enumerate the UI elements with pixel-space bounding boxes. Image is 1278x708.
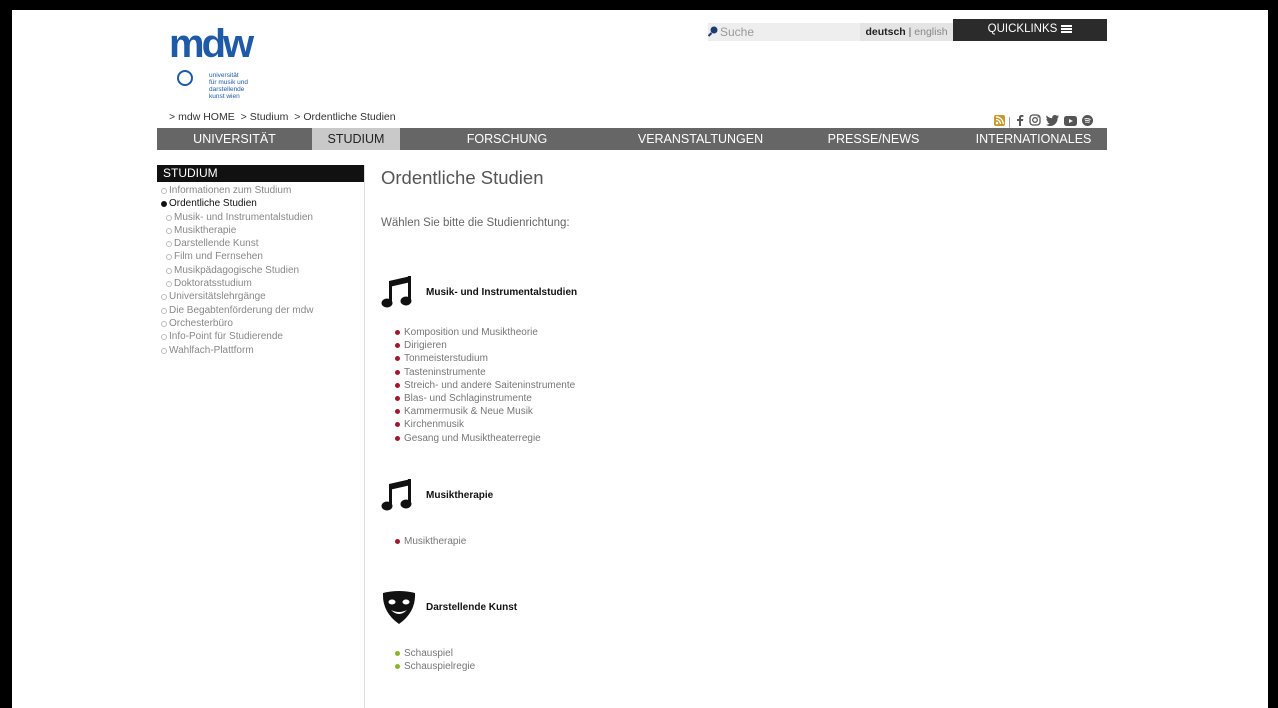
study-link-blas-schlag[interactable]: Blas- und Schlaginstrumente	[395, 392, 575, 405]
logo-tagline-line: darstellende	[209, 86, 245, 93]
sidebar-heading[interactable]: STUDIUM	[157, 165, 364, 182]
quicklinks-button[interactable]: QUICKLINKS	[953, 19, 1107, 41]
logo-tagline-line: kunst wien	[209, 93, 240, 100]
music-note-icon	[381, 479, 412, 511]
sidebar-item-darstellende-kunst[interactable]: Darstellende Kunst	[157, 237, 364, 250]
study-link-dirigieren[interactable]: Dirigieren	[395, 339, 575, 352]
breadcrumb-separator: >	[294, 111, 301, 123]
lang-separator: |	[908, 26, 912, 38]
search-box	[708, 23, 860, 41]
nav-studium[interactable]: STUDIUM	[312, 128, 400, 150]
logo-tagline-line: für musik und	[209, 79, 249, 86]
section-link-list: Schauspiel Schauspielregie	[395, 647, 475, 673]
breadcrumb: > mdw HOME > Studium > Ordentliche Studien	[169, 111, 399, 123]
study-link-schauspiel[interactable]: Schauspiel	[395, 647, 475, 660]
study-link-tonmeister[interactable]: Tonmeisterstudium	[395, 352, 575, 365]
social-icons: |	[992, 114, 1094, 128]
breadcrumb-current: Ordentliche Studien	[303, 111, 396, 123]
rss-icon[interactable]	[994, 115, 1005, 126]
spotify-icon[interactable]	[1082, 115, 1094, 126]
study-link-saiteninstrumente[interactable]: Streich- und andere Saiteninstrumente	[395, 379, 575, 392]
sidebar-item-doktoratsstudium[interactable]: Doktoratsstudium	[157, 277, 364, 290]
music-note-icon	[381, 276, 412, 308]
nav-presse-news[interactable]: PRESSE/NEWS	[787, 128, 960, 150]
language-switch: deutsch | english	[860, 23, 953, 41]
logo-circle-icon	[177, 70, 193, 86]
breadcrumb-separator: >	[169, 111, 176, 123]
sidebar-item-info-point[interactable]: Info-Point für Studierende	[157, 330, 364, 343]
sidebar-list: Informationen zum Studium Ordentliche St…	[157, 184, 364, 357]
nav-internationales[interactable]: INTERNATIONALES	[960, 128, 1107, 150]
study-link-komposition[interactable]: Komposition und Musiktheorie	[395, 326, 575, 339]
study-link-gesang[interactable]: Gesang und Musiktheaterregie	[395, 432, 575, 445]
section-title: Musiktherapie	[426, 490, 494, 501]
mdw-logo[interactable]: mdw universität für musik und darstellen…	[167, 22, 254, 114]
breadcrumb-studium[interactable]: Studium	[250, 111, 289, 123]
nav-veranstaltungen[interactable]: VERANSTALTUNGEN	[614, 128, 787, 150]
breadcrumb-separator: >	[240, 111, 247, 123]
nav-universitaet[interactable]: UNIVERSITÄT	[157, 128, 312, 150]
sidebar-item-musik-instrumentalstudien[interactable]: Musik- und Instrumentalstudien	[157, 211, 364, 224]
logo-tagline-line: universität	[209, 72, 239, 79]
sidebar-item-musikpaedagogik[interactable]: Musikpädagogische Studien	[157, 264, 364, 277]
study-link-schauspielregie[interactable]: Schauspielregie	[395, 660, 475, 673]
logo-wordmark: mdw	[169, 22, 254, 66]
logo-tagline: universität für musik und darstellende k…	[209, 72, 269, 100]
theater-mask-icon	[382, 591, 416, 624]
page: mdw universität für musik und darstellen…	[12, 10, 1268, 708]
menu-icon	[1061, 24, 1073, 33]
study-link-kirchenmusik[interactable]: Kirchenmusik	[395, 418, 575, 431]
study-link-kammermusik[interactable]: Kammermusik & Neue Musik	[395, 405, 575, 418]
sidebar-item-orchesterbuero[interactable]: Orchesterbüro	[157, 317, 364, 330]
search-icon[interactable]	[708, 25, 718, 37]
lang-english[interactable]: english	[914, 26, 947, 38]
sidebar-item-begabtenfoerderung[interactable]: Die Begabtenförderung der mdw	[157, 304, 364, 317]
quicklinks-label: QUICKLINKS	[987, 23, 1058, 35]
sidebar-item-musiktherapie[interactable]: Musiktherapie	[157, 224, 364, 237]
facebook-icon[interactable]	[1016, 114, 1024, 126]
section-title: Musik- und Instrumentalstudien	[426, 287, 578, 298]
sidebar-item-wahlfach-plattform[interactable]: Wahlfach-Plattform	[157, 344, 364, 357]
study-link-musiktherapie[interactable]: Musiktherapie	[395, 535, 466, 548]
lang-deutsch[interactable]: deutsch	[865, 26, 905, 38]
study-link-tasteninstrumente[interactable]: Tasteninstrumente	[395, 366, 575, 379]
youtube-icon[interactable]	[1064, 116, 1078, 126]
sidebar-item-ordentliche-studien[interactable]: Ordentliche Studien	[157, 197, 364, 210]
search-input[interactable]	[718, 23, 860, 41]
main-nav: UNIVERSITÄT STUDIUM FORSCHUNG VERANSTALT…	[157, 128, 1107, 150]
sidebar-item-informationen[interactable]: Informationen zum Studium	[157, 184, 364, 197]
section-title: Darstellende Kunst	[426, 602, 518, 613]
sidebar-item-film-fernsehen[interactable]: Film und Fernsehen	[157, 250, 364, 263]
section-link-list: Musiktherapie	[395, 535, 466, 548]
twitter-icon[interactable]	[1046, 115, 1060, 126]
intro-text: Wählen Sie bitte die Studienrichtung:	[381, 217, 570, 229]
instagram-icon[interactable]	[1029, 114, 1041, 126]
nav-forschung[interactable]: FORSCHUNG	[400, 128, 614, 150]
breadcrumb-home[interactable]: mdw HOME	[178, 111, 235, 123]
section-link-list: Komposition und Musiktheorie Dirigieren …	[395, 326, 575, 445]
sidebar: STUDIUM Informationen zum Studium Ordent…	[157, 165, 365, 708]
page-title: Ordentliche Studien	[381, 167, 544, 188]
sidebar-item-universitaetslehrgaenge[interactable]: Universitätslehrgänge	[157, 290, 364, 303]
